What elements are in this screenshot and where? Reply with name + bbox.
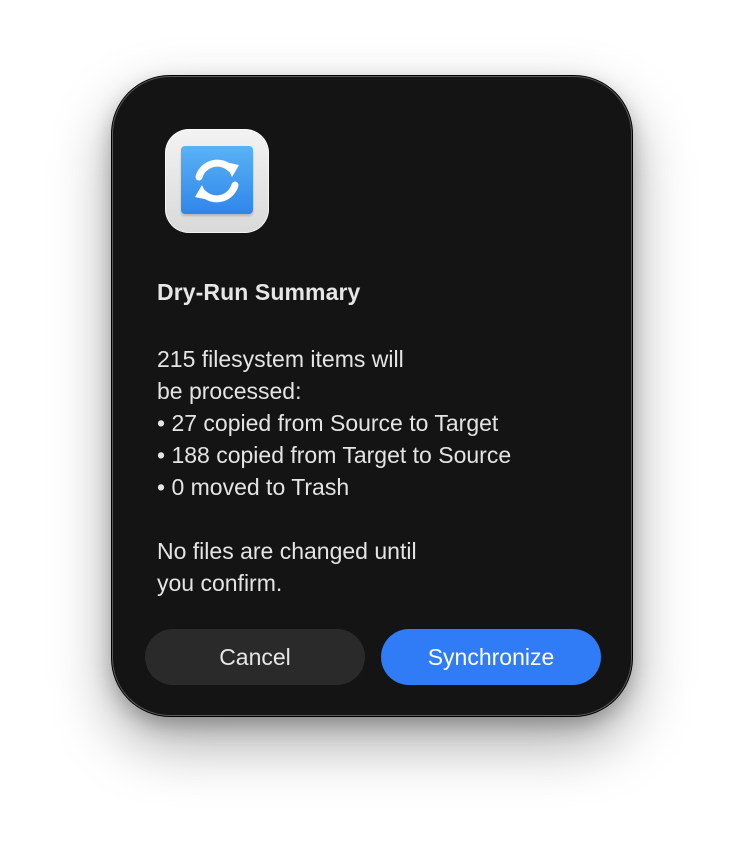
dialog-title: Dry-Run Summary	[157, 279, 361, 305]
message-line: 215 filesystem items will	[157, 346, 404, 372]
message-bullet-copied-to-target: • 27 copied from Source to Target	[157, 410, 499, 436]
dialog-message: 215 filesystem items will be processed: …	[157, 343, 597, 599]
message-line: be processed:	[157, 378, 302, 404]
cancel-button[interactable]: Cancel	[145, 629, 365, 685]
message-bullet-moved-to-trash: • 0 moved to Trash	[157, 474, 350, 500]
screen: Dry-Run Summary 215 filesystem items wil…	[0, 0, 744, 864]
note-line: No files are changed until	[157, 538, 417, 564]
alert-dialog: Dry-Run Summary 215 filesystem items wil…	[112, 76, 632, 716]
message-bullet-copied-to-source: • 188 copied from Target to Source	[157, 442, 512, 468]
note-line: you confirm.	[157, 570, 283, 596]
synchronize-button[interactable]: Synchronize	[381, 629, 601, 685]
sync-arrows-icon	[165, 129, 269, 233]
